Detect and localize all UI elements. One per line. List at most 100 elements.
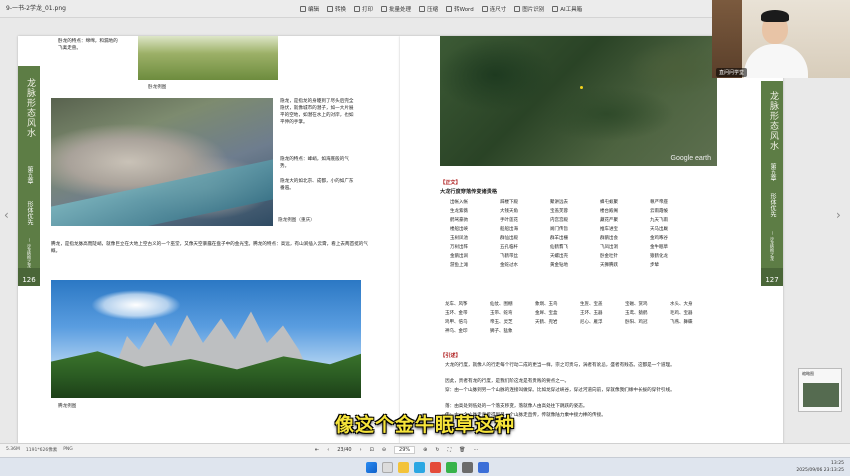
right-sidebar: 龙脉形态风水 第五章 形体优先 — 沙龙结构之龙 [761,81,783,281]
term-item: 藏花严聚 [600,218,618,223]
guide-label: 【引述】 [440,353,461,359]
bookshelf-shape [712,0,742,78]
term-item: 生旌、宝盖 [580,302,603,307]
term-item: 神乌、金印 [445,329,468,334]
page-number: 126 [22,276,36,284]
toolbar-convert-button[interactable]: 转换 [327,2,346,16]
term-item: 天狮腾跃 [600,263,618,268]
app-gray-icon[interactable] [462,462,473,473]
mini-preview-panel[interactable]: 缩略图 [798,368,842,412]
right-page: Google earth 龙脉形态风水 第五章 形体优先 — 沙龙结构之龙 12… [400,36,783,451]
hidden-dragon-feature-2: 隐龙大的如北京、成都，小的如广东番遏。 [280,179,354,191]
term-item: 群鹅出会 [600,236,618,241]
map-marker-icon [580,86,583,89]
convert-icon [327,6,334,12]
page-indicator[interactable]: 23/40 [337,447,351,453]
term-item: 尊严帝座 [650,200,668,205]
term-item: 五孔临杆 [500,245,518,250]
file-size: 5.36M [6,447,20,452]
hidden-caption: 隐龙例图（重庆） [278,218,315,223]
resize-icon [481,6,488,12]
system-clock[interactable]: 13:25 2025/09/06 23:13:25 [796,460,844,474]
toolbar-ocr-button[interactable]: 图片识别 [514,2,544,16]
term-item: 金鹅出涧 [450,254,468,259]
fit-icon[interactable]: ⊡ [370,447,374,453]
left-sidebar: 龙脉形态风水 第五章 形体优先 — 沙龙结构之龙 [18,66,40,286]
term-item: 步辇 [650,263,659,268]
term-item: 卧阳、鸡冠 [625,320,648,325]
term-item: 金牛眠草 [650,245,668,250]
rotate-icon[interactable]: ↻ [435,447,439,453]
toolbar-ai-button[interactable]: AI工具箱 [552,2,582,16]
leaping-dragon-photo [51,280,361,398]
section-heading: 大龙行度穿落传变诸贵格 [440,189,498,195]
webcam-name-tag: 直问问学堂 [716,68,748,77]
previous-page-icon[interactable]: ‹ [4,208,9,222]
term-item: 万树出阵 [450,245,468,250]
zoom-level[interactable]: 29% [394,446,416,454]
lying-dragon-photo [138,36,278,80]
browser-icon[interactable] [414,462,425,473]
toolbar-compress-button[interactable]: 压缩 [419,2,438,16]
status-bar: 5.36M 1191*626像素 PNG ⇤ ‹ 23/40 › ⊡ ⊖ 29%… [0,443,850,457]
image-dimensions: 1191*626像素 [25,448,58,453]
app-green-icon[interactable] [446,462,457,473]
leaping-dragon-text: 腾龙，是指龙脉高而陡峭，就像巨立在大地上空古义的一个巫堂，又像天空暴露在盘子中的… [51,242,368,254]
presenter-hair [761,10,789,22]
clock-time: 13:25 [831,461,844,466]
next-page-button[interactable]: › [360,447,362,453]
toolbar-resize-button[interactable]: 连尺寸 [481,2,506,16]
next-page-icon[interactable]: › [836,208,841,222]
zoom-out-icon[interactable]: ⊖ [382,447,386,453]
term-item: 金犀、宝盒 [535,311,558,316]
guide-paragraph-2: 因此，贵者有龙的行度，是我们阶这龙是有贵贱的要点之一。 [445,379,570,384]
term-item: 聚讲远去 [550,200,568,205]
sidebar-subchapter: 形体优先 [26,201,33,225]
toolbar: 编辑 转换 打印 批量处理 压缩 转Word 连尺寸 图片识别 AI工具箱 [300,2,582,16]
term-item: 帝玉、灵芝 [490,320,513,325]
webcam-overlay: 直问问学堂 [712,0,850,78]
zoom-in-icon[interactable]: ⊕ [423,447,427,453]
term-item: 生龙紫薇 [450,209,468,214]
prev-page-button[interactable]: ‹ [327,447,329,453]
ocr-icon [514,6,521,12]
image-viewer[interactable]: ‹ › 龙脉形态风水 第五章 形体优先 — 沙龙结构之龙 126 卧龙的特点：绵… [0,0,850,451]
toolbar-toword-button[interactable]: 转Word [446,2,474,16]
app-red-icon[interactable] [430,462,441,473]
term-item: 尼心、雁浮 [580,320,603,325]
term-item: 楼船出峡 [450,227,468,232]
status-info: 5.36M 1191*626像素 PNG [6,447,73,453]
right-page-number-box: 127 [761,268,783,286]
map-brand: Google earth [670,155,711,162]
toolbar-edit-button[interactable]: 编辑 [300,2,319,16]
term-item: 卧金吐针 [600,254,618,259]
toolbar-print-button[interactable]: 打印 [354,2,373,16]
clock-date: 2025/09/06 23:13:25 [796,468,844,473]
app-blue-icon[interactable] [478,462,489,473]
term-item: 阙门传旨 [550,227,568,232]
file-format: PNG [63,447,73,452]
term-item: 玉环、金带 [445,311,468,316]
start-icon[interactable] [366,462,377,473]
sidebar-chapter: 第五章 [26,166,33,184]
first-page-icon[interactable]: ⇤ [315,447,319,453]
term-item: 毛鸡、宝器 [670,311,693,316]
toolbar-batch-button[interactable]: 批量处理 [381,2,411,16]
more-icon[interactable]: ⋯ [473,447,478,453]
presenter-shirt [744,44,808,78]
delete-icon[interactable]: 🗑 [459,447,465,453]
search-icon[interactable] [382,462,393,473]
term-item: 蜂屯蚁聚 [600,200,618,205]
mini-preview-thumbnail [803,383,839,407]
term-item: 象炯、玉鸟 [535,302,558,307]
term-item: 玉带、蛇弯 [490,311,513,316]
file-explorer-icon[interactable] [398,462,409,473]
hidden-dragon-feature-1: 隐龙的特点：峰峭，如海底般的气势。 [280,157,349,169]
term-item: 仙鹤翥飞 [550,245,568,250]
fullscreen-icon[interactable]: ⛶ [448,447,452,453]
word-icon [446,6,453,12]
right-sidebar-subchapter: 形体优先 [769,193,776,217]
term-item: 九天飞雨 [650,218,668,223]
term-item: 推车进宝 [600,227,618,232]
term-item: 金鸡啄谷 [650,236,668,241]
